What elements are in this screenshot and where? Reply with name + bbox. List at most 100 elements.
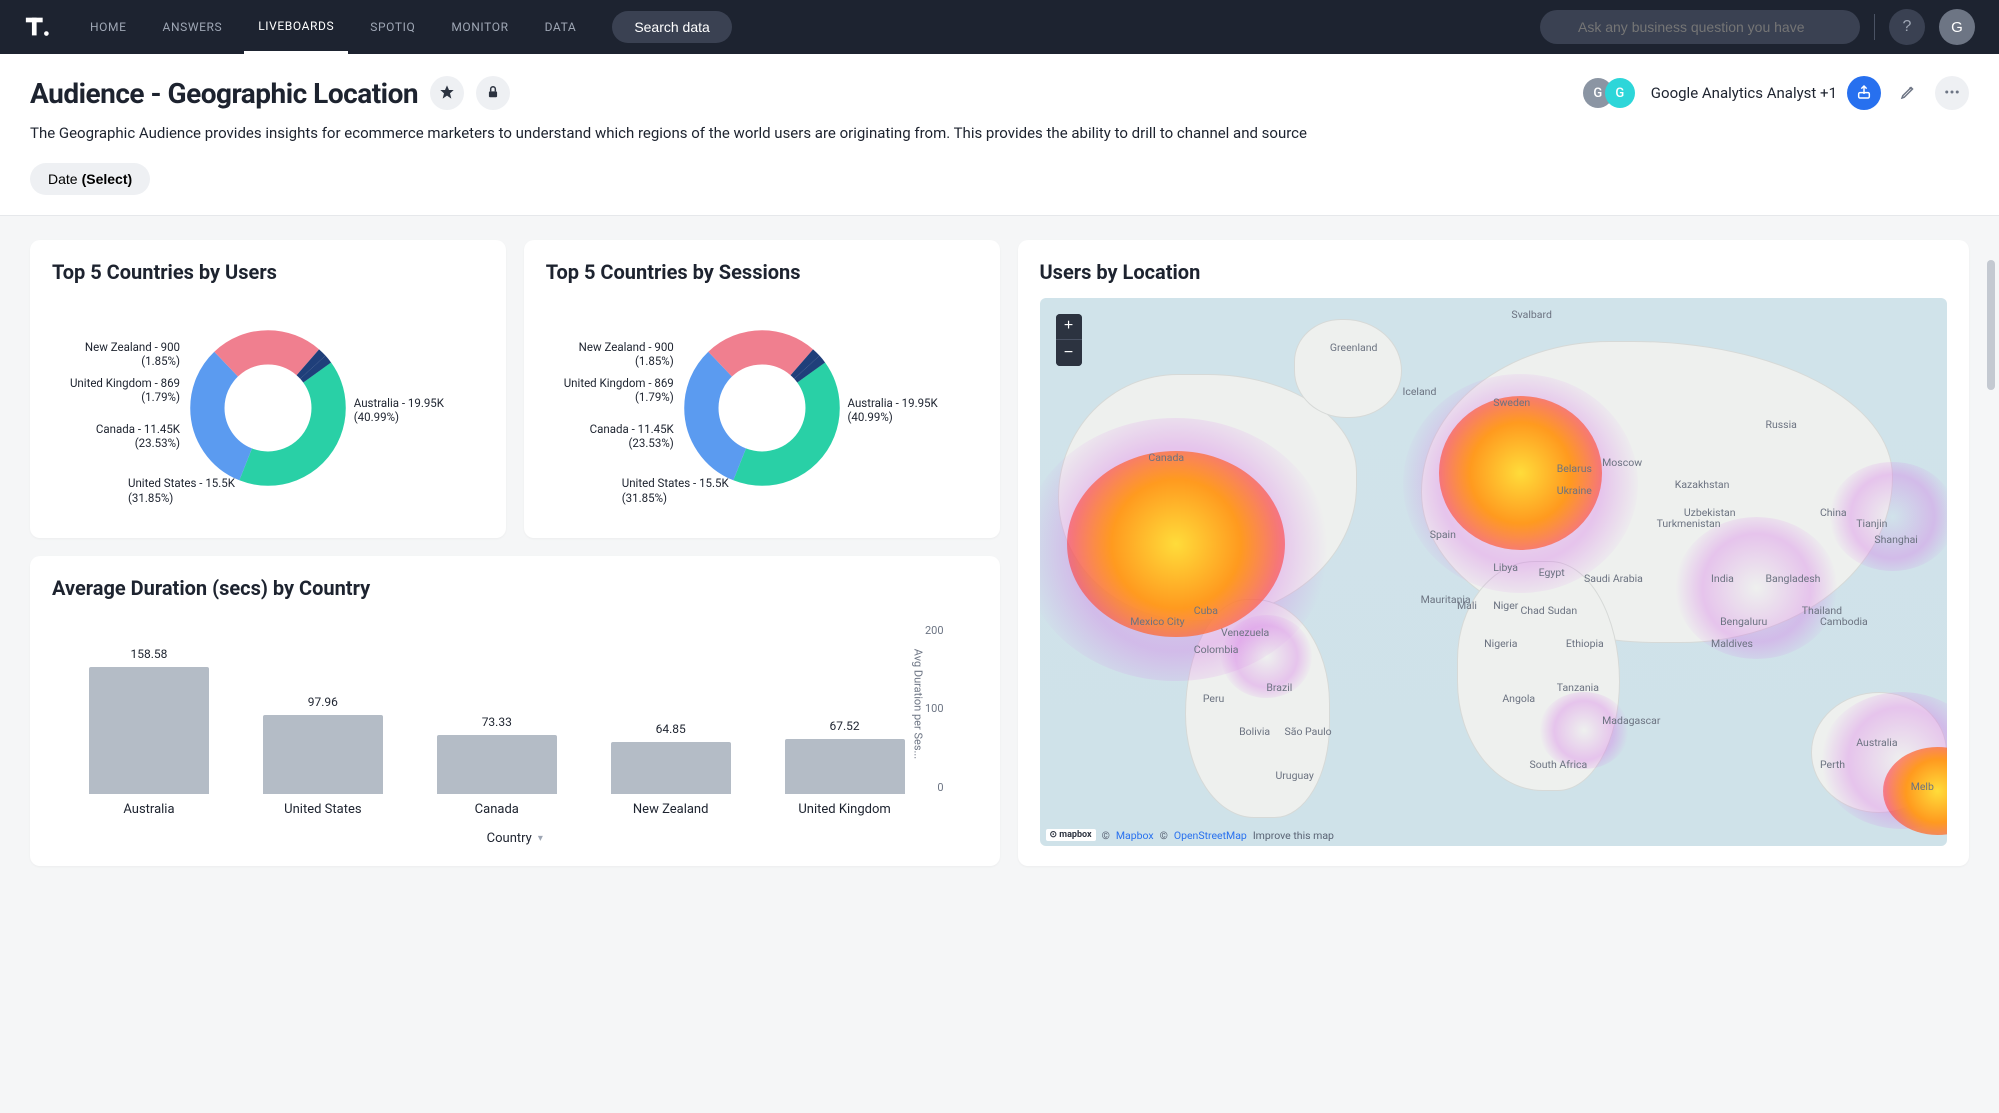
current-user-avatar[interactable]: G [1939, 9, 1975, 45]
bar-value: 67.52 [830, 719, 860, 733]
map-place-label: Brazil [1266, 681, 1292, 694]
more-menu-button[interactable] [1935, 76, 1969, 110]
ask-business-question-input[interactable] [1540, 10, 1860, 44]
page-header: Audience - Geographic Location G G Googl… [0, 54, 1999, 216]
map-place-label: Mali [1457, 599, 1477, 612]
star-icon [439, 84, 455, 103]
app-logo[interactable] [24, 13, 52, 41]
map-place-label: Ukraine [1557, 484, 1592, 497]
donut-label-us: United States - 15.5K (31.85%) [622, 476, 742, 506]
map-place-label: Belarus [1557, 462, 1592, 475]
topbar-right: ? G [1540, 9, 1975, 45]
map-place-label: Cambodia [1820, 615, 1868, 628]
content-grid: Top 5 Countries by Users New Zealand - 9… [0, 216, 1999, 890]
copyright-icon: © [1102, 829, 1110, 842]
map-place-label: Cuba [1194, 604, 1218, 617]
scrollbar-thumb[interactable] [1987, 260, 1995, 390]
y-tick: 100 [925, 702, 944, 715]
map-zoom-in-button[interactable]: + [1056, 314, 1082, 340]
map-place-label: Angola [1502, 692, 1535, 705]
bar-group[interactable]: 158.58 [76, 647, 222, 794]
map-place-label: Bengaluru [1720, 615, 1767, 628]
bar-group[interactable]: 97.96 [250, 695, 396, 793]
map-place-label: Melb [1911, 780, 1934, 793]
y-tick: 200 [925, 624, 944, 637]
map-place-label: Russia [1766, 418, 1797, 431]
map-place-label: India [1711, 572, 1734, 585]
filter-row: Date (Select) [30, 163, 1969, 195]
share-icon [1856, 84, 1872, 103]
attribution-mapbox-link[interactable]: Mapbox [1116, 829, 1154, 842]
nav-item-answers[interactable]: ANSWERS [149, 0, 237, 54]
share-button[interactable] [1847, 76, 1881, 110]
vertical-divider [1874, 14, 1875, 40]
bar-chart[interactable]: 158.58 97.96 73.33 64.85 67.52 [52, 614, 978, 794]
attribution-improve-link[interactable]: Improve this map [1253, 829, 1334, 842]
edit-button[interactable] [1891, 76, 1925, 110]
page-description: The Geographic Audience provides insight… [30, 122, 1310, 145]
bar-value: 73.33 [482, 715, 512, 729]
filter-chip-date[interactable]: Date (Select) [30, 163, 150, 195]
map-zoom-controls: + − [1056, 314, 1082, 366]
help-button[interactable]: ? [1889, 9, 1925, 45]
search-data-button[interactable]: Search data [612, 11, 732, 43]
vertical-scrollbar[interactable] [1987, 260, 1997, 1101]
copyright-icon: © [1160, 829, 1168, 842]
bar-value: 97.96 [308, 695, 338, 709]
title-row: Audience - Geographic Location G G Googl… [30, 76, 1969, 110]
map-place-label: São Paulo [1285, 725, 1332, 738]
avatar-stack[interactable]: G G [1583, 78, 1635, 108]
card-title: Top 5 Countries by Users [52, 260, 484, 284]
bar [785, 739, 905, 793]
nav-item-home[interactable]: HOME [76, 0, 141, 54]
map-place-label: Iceland [1403, 385, 1437, 398]
top-navbar: HOMEANSWERSLIVEBOARDSSPOTIQMONITORDATA S… [0, 0, 1999, 54]
map-place-label: South Africa [1530, 758, 1588, 771]
donut-label-nz: New Zealand - 900 (1.85%) [60, 340, 180, 370]
heatmap-map[interactable]: + − GreenlandIcelandRussiaCanadaMoscowKa… [1040, 298, 1948, 846]
bar-category-label: Canada [424, 802, 570, 817]
bar-group[interactable]: 73.33 [424, 715, 570, 794]
continent-shape [1294, 319, 1403, 418]
card-avg-duration: Average Duration (secs) by Country 158.5… [30, 556, 1000, 866]
map-place-label: Bangladesh [1766, 572, 1821, 585]
map-place-label: Perth [1820, 758, 1845, 771]
donut-label-au: Australia - 19.95K (40.99%) [354, 396, 484, 426]
page-title: Audience - Geographic Location [30, 77, 418, 110]
bar-value: 158.58 [131, 647, 168, 661]
nav-item-data[interactable]: DATA [531, 0, 591, 54]
donut-chart-sessions[interactable]: New Zealand - 900 (1.85%) United Kingdom… [546, 298, 978, 518]
bar-group[interactable]: 64.85 [598, 722, 744, 794]
bar-category-label: New Zealand [598, 802, 744, 817]
map-place-label: Uruguay [1275, 769, 1313, 782]
attribution-osm-link[interactable]: OpenStreetMap [1174, 829, 1247, 842]
card-title: Average Duration (secs) by Country [52, 576, 978, 600]
map-place-label: Peru [1203, 692, 1224, 705]
ask-input-wrap [1540, 10, 1860, 44]
donut-label-ca: Canada - 11.45K (23.53%) [546, 422, 674, 452]
favorite-button[interactable] [430, 76, 464, 110]
mapbox-badge-icon: ⊙ mapbox [1046, 829, 1096, 841]
bar [89, 667, 209, 794]
nav-item-monitor[interactable]: MONITOR [437, 0, 522, 54]
map-zoom-out-button[interactable]: − [1056, 340, 1082, 366]
nav-items: HOMEANSWERSLIVEBOARDSSPOTIQMONITORDATA [76, 0, 590, 54]
bar-category-label: United States [250, 802, 396, 817]
donut-chart-users[interactable]: New Zealand - 900 (1.85%) United Kingdom… [52, 298, 484, 518]
map-place-label: Moscow [1602, 456, 1642, 469]
avatar: G [1605, 78, 1635, 108]
bar-value: 64.85 [656, 722, 686, 736]
map-place-label: Maldives [1711, 637, 1753, 650]
map-place-label: Kazakhstan [1675, 478, 1730, 491]
title-actions: G G Google Analytics Analyst +1 [1583, 76, 1969, 110]
bar-category-label: Australia [76, 802, 222, 817]
nav-item-spotiq[interactable]: SPOTIQ [356, 0, 429, 54]
lock-button[interactable] [476, 76, 510, 110]
map-place-label: Bolivia [1239, 725, 1270, 738]
nav-item-liveboards[interactable]: LIVEBOARDS [244, 0, 348, 54]
card-top-countries-sessions: Top 5 Countries by Sessions New Zealand … [524, 240, 1000, 538]
bar-group[interactable]: 67.52 [772, 719, 918, 793]
x-axis-label[interactable]: Country ▾ [52, 831, 978, 846]
bar-category-label: United Kingdom [772, 802, 918, 817]
dots-icon [1943, 83, 1961, 104]
